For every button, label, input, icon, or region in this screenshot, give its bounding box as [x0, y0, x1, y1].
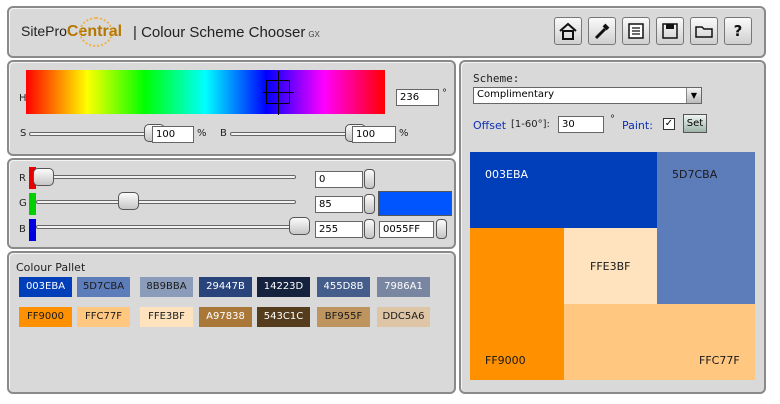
pallet-swatch[interactable]: 8B9BBA: [140, 277, 193, 297]
home-icon[interactable]: [554, 17, 582, 45]
green-channel-bar: [29, 193, 36, 215]
pallet-swatch[interactable]: A97838: [199, 307, 252, 327]
scheme-swatch-label: FFC77F: [699, 354, 740, 367]
brightness-field[interactable]: 100: [352, 126, 396, 143]
hue-field[interactable]: 236: [396, 89, 439, 106]
scheme-swatch[interactable]: 003EBA: [470, 152, 657, 228]
pallet-swatch[interactable]: 14223D: [257, 277, 310, 297]
scheme-swatch[interactable]: FFC77F: [564, 304, 755, 380]
scheme-label: Scheme:: [473, 72, 520, 85]
brightness-percent: %: [399, 128, 409, 139]
green-stepper[interactable]: [364, 194, 375, 214]
scheme-swatch[interactable]: FF9000: [470, 228, 564, 380]
saturation-percent: %: [197, 128, 207, 139]
pallet-swatch[interactable]: 29447B: [199, 277, 252, 297]
pallet-swatch[interactable]: DDC5A6: [377, 307, 430, 327]
paint-label: Paint:: [622, 119, 653, 132]
app-title: | Colour Scheme Chooser GX: [133, 24, 320, 41]
sitepro-central-logo: SiteProCentral: [21, 17, 122, 47]
red-track[interactable]: [36, 175, 296, 179]
blue-label: B: [19, 224, 26, 235]
scheme-swatch-label: FF9000: [485, 354, 526, 367]
pallet-swatch[interactable]: 543C1C: [257, 307, 310, 327]
pallet-swatch[interactable]: 455D8B: [317, 277, 370, 297]
pallet-title: Colour Pallet: [16, 261, 86, 274]
help-icon[interactable]: ?: [724, 17, 752, 45]
paint-checkbox[interactable]: ✓: [663, 118, 675, 130]
green-track[interactable]: [36, 200, 296, 204]
pallet-swatch[interactable]: 003EBA: [19, 277, 72, 297]
saturation-field[interactable]: 100: [152, 126, 194, 143]
document-icon[interactable]: [622, 17, 650, 45]
scheme-swatch[interactable]: 5D7CBA: [657, 152, 755, 304]
folder-icon[interactable]: [690, 17, 718, 45]
hsb-panel: H 236 ° S 100 % B 100 %: [7, 60, 456, 156]
app-title-text: | Colour Scheme Chooser: [133, 24, 306, 41]
offset-range: [1-60°]:: [511, 119, 550, 130]
green-slider-thumb[interactable]: [118, 192, 140, 210]
current-color-swatch: [378, 191, 452, 216]
logo-prefix: SitePro: [21, 23, 67, 39]
sun-icon: [79, 17, 113, 47]
red-field[interactable]: 0: [315, 171, 363, 188]
pallet-swatch[interactable]: FFC77F: [77, 307, 130, 327]
scheme-swatch-label: 5D7CBA: [672, 168, 718, 181]
toolbar: ?: [554, 17, 752, 45]
blue-track[interactable]: [36, 225, 296, 229]
pallet-swatch[interactable]: 5D7CBA: [77, 277, 130, 297]
saturation-label: S: [20, 128, 27, 139]
brightness-label: B: [220, 128, 227, 139]
hue-spectrum[interactable]: [26, 70, 385, 115]
pallet-swatch[interactable]: FFE3BF: [140, 307, 193, 327]
scheme-swatch-label: FFE3BF: [590, 260, 631, 273]
pallet-swatch[interactable]: BF955F: [317, 307, 370, 327]
red-label: R: [19, 173, 26, 184]
red-slider-thumb[interactable]: [33, 168, 54, 186]
app-title-suffix: GX: [308, 30, 320, 39]
eyedropper-icon[interactable]: [588, 17, 616, 45]
blue-field[interactable]: 255: [315, 221, 363, 238]
offset-label: Offset: [473, 119, 507, 132]
saturation-track[interactable]: [29, 132, 147, 136]
green-field[interactable]: 85: [315, 196, 363, 213]
green-label: G: [19, 198, 27, 209]
scheme-panel: Scheme: Complimentary ▼ Offset [1-60°]: …: [459, 60, 766, 394]
hex-stepper[interactable]: [436, 219, 447, 239]
pallet-swatch[interactable]: FF9000: [19, 307, 72, 327]
scheme-swatch[interactable]: FFE3BF: [564, 228, 657, 304]
rgb-panel: R G B 0 85 255 0055FF: [7, 158, 456, 249]
brightness-track[interactable]: [230, 132, 347, 136]
colour-pallet-panel: Colour Pallet 003EBA 5D7CBA 8B9BBA 29447B 14…: [7, 251, 456, 394]
offset-degree: °: [610, 114, 615, 125]
scheme-select[interactable]: Complimentary ▼: [473, 87, 702, 104]
scheme-selected-value: Complimentary: [477, 89, 555, 100]
blue-channel-bar: [29, 219, 36, 241]
offset-field[interactable]: 30: [558, 116, 604, 133]
dropdown-arrow-icon[interactable]: ▼: [686, 88, 701, 103]
blue-slider-thumb[interactable]: [289, 217, 310, 235]
scheme-swatch-label: 003EBA: [485, 168, 529, 181]
hue-degree: °: [442, 88, 447, 99]
hue-crosshair[interactable]: [263, 71, 294, 115]
blue-stepper[interactable]: [364, 219, 375, 239]
save-icon[interactable]: [656, 17, 684, 45]
hex-field[interactable]: 0055FF: [379, 221, 434, 238]
set-button[interactable]: Set: [683, 114, 707, 133]
pallet-swatch[interactable]: 7986A1: [377, 277, 430, 297]
header-bar: SiteProCentral | Colour Scheme Chooser GX…: [7, 6, 766, 58]
red-stepper[interactable]: [364, 169, 375, 189]
